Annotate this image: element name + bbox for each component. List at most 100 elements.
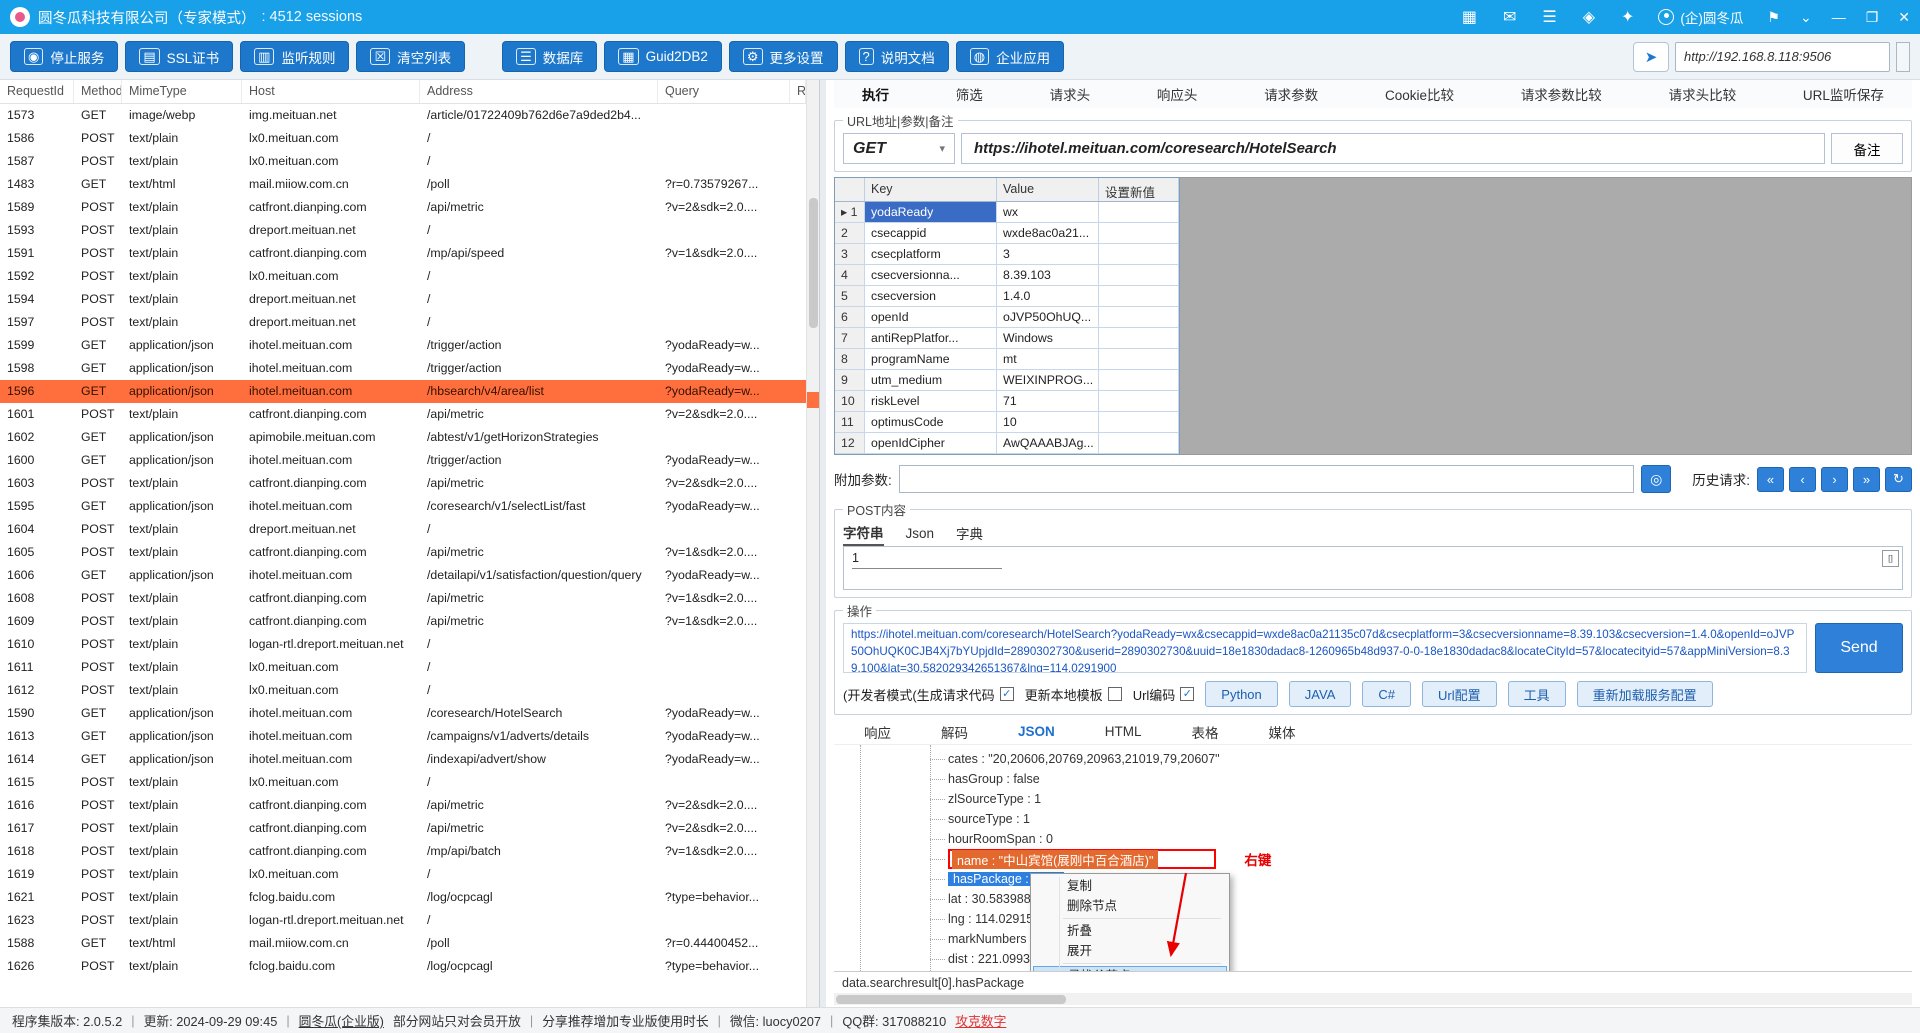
checkbox-box[interactable]: ✓ — [999, 687, 1014, 701]
tree-node[interactable]: lat : 30.583988 — [834, 889, 1912, 909]
response-tab-HTML[interactable]: HTML — [1105, 724, 1142, 739]
tree-node[interactable]: zlSourceType : 1 — [834, 789, 1912, 809]
table-row[interactable]: 1617 POST text/plain catfront.dianping.com /… — [0, 817, 806, 840]
guid2db2-button[interactable]: ▦ Guid2DB2 — [604, 41, 722, 72]
response-tab-表格[interactable]: 表格 — [1192, 722, 1219, 742]
param-key[interactable]: programName — [865, 349, 997, 370]
table-row[interactable]: 1586 POST text/plain lx0.meituan.com / — [0, 127, 806, 150]
param-value[interactable]: mt — [997, 349, 1099, 370]
table-row[interactable]: 1588 GET text/html mail.miiow.com.cn/poll ?r… — [0, 932, 806, 955]
params-row[interactable]: 2 csecappid wxde8ac0a21... — [835, 223, 1179, 244]
param-key[interactable]: openId — [865, 307, 997, 328]
column-header-remark[interactable]: Rema — [790, 80, 806, 103]
param-value[interactable]: AwQAAABJAg... — [997, 433, 1099, 454]
column-header-method[interactable]: Method — [74, 80, 122, 103]
column-header-host[interactable]: Host — [242, 80, 420, 103]
minimize-icon[interactable]: — — [1832, 9, 1846, 25]
post-tab-字符串[interactable]: 字符串 — [843, 522, 884, 546]
param-value[interactable]: 71 — [997, 391, 1099, 412]
tree-node[interactable]: sourceType : 1 — [834, 809, 1912, 829]
send-button[interactable]: Send — [1815, 623, 1903, 673]
button-Python[interactable]: Python — [1205, 681, 1278, 707]
table-row[interactable]: 1619 POST text/plain lx0.meituan.com / — [0, 863, 806, 886]
maximize-icon[interactable]: ❐ — [1866, 9, 1879, 26]
column-header-requestid[interactable]: RequestId — [0, 80, 74, 103]
table-row[interactable]: 1591 POST text/plain catfront.dianping.com /… — [0, 242, 806, 265]
database-icon[interactable]: ☰ — [1542, 7, 1556, 27]
params-row[interactable]: 10 riskLevel 71 — [835, 391, 1179, 412]
hscrollbar-thumb[interactable] — [836, 994, 1066, 1004]
post-tab-Json[interactable]: Json — [906, 526, 935, 543]
table-row[interactable]: 1587 POST text/plain lx0.meituan.com / — [0, 150, 806, 173]
param-new-value[interactable] — [1099, 286, 1179, 307]
table-row[interactable]: 1593 POST text/plain dreport.meituan.net / — [0, 219, 806, 242]
params-row[interactable]: 8 programName mt — [835, 349, 1179, 370]
params-row[interactable]: 11 optimusCode 10 — [835, 412, 1179, 433]
proxy-url-input[interactable] — [1675, 41, 1890, 72]
menu-item-复制[interactable]: 复制 — [1033, 876, 1227, 896]
param-value[interactable]: 3 — [997, 244, 1099, 265]
param-key[interactable]: yodaReady — [865, 202, 997, 223]
table-row[interactable]: 1483 GET text/html mail.miiow.com.cn/poll ?r… — [0, 173, 806, 196]
params-row[interactable]: 12 openIdCipher AwQAAABJAg... — [835, 433, 1179, 454]
tab-请求头[interactable]: 请求头 — [1050, 84, 1091, 104]
param-key[interactable]: csecversionna... — [865, 265, 997, 286]
user-chip[interactable]: (企)圆冬瓜 — [1658, 7, 1743, 27]
tree-node[interactable]: hasGroup : false — [834, 769, 1912, 789]
param-key[interactable]: csecversion — [865, 286, 997, 307]
table-row[interactable]: 1613 GET application/json ihotel.meituan.co… — [0, 725, 806, 748]
share-button[interactable]: ➤ — [1633, 41, 1669, 72]
history-first-button[interactable]: « — [1757, 466, 1784, 492]
history-refresh-button[interactable]: ↻ — [1885, 466, 1912, 492]
table-row[interactable]: 1573 GET image/webp img.meituan.net/article… — [0, 104, 806, 127]
param-value[interactable]: 8.39.103 — [997, 265, 1099, 286]
note-button[interactable]: 备注 — [1831, 133, 1903, 164]
table-row[interactable]: 1600 GET application/json ihotel.meituan.co… — [0, 449, 806, 472]
cart-icon[interactable]: ✦ — [1621, 7, 1634, 27]
tab-Cookie比较[interactable]: Cookie比较 — [1385, 84, 1454, 104]
full-request-url[interactable]: https://ihotel.meituan.com/coresearch/Ho… — [843, 623, 1807, 673]
table-row[interactable]: 1603 POST text/plain catfront.dianping.com /… — [0, 472, 806, 495]
response-tab-媒体[interactable]: 媒体 — [1269, 722, 1296, 742]
button-工具[interactable]: 工具 — [1507, 681, 1566, 707]
table-row[interactable]: 1595 GET application/json ihotel.meituan.co… — [0, 495, 806, 518]
params-row[interactable]: 7 antiRepPlatfor... Windows — [835, 328, 1179, 349]
method-select[interactable]: GET ▾ — [843, 133, 955, 164]
table-row[interactable]: 1621 POST text/plain fclog.baidu.com/log/oc… — [0, 886, 806, 909]
param-key[interactable]: riskLevel — [865, 391, 997, 412]
tab-执行[interactable]: 执行 — [862, 84, 889, 104]
response-hscrollbar[interactable] — [834, 993, 1912, 1005]
param-key[interactable]: csecplatform — [865, 244, 997, 265]
extra-params-input[interactable] — [898, 465, 1635, 493]
params-row[interactable]: 5 csecversion 1.4.0 — [835, 286, 1179, 307]
menu-item-删除节点[interactable]: 删除节点 — [1033, 896, 1227, 916]
button-JAVA[interactable]: JAVA — [1288, 681, 1352, 707]
database-button[interactable]: ☰ 数据库 — [502, 41, 598, 72]
table-row[interactable]: 1626 POST text/plain fclog.baidu.com/log/oc… — [0, 955, 806, 978]
table-row[interactable]: 1598 GET application/json ihotel.meituan.co… — [0, 357, 806, 380]
column-header-mimetype[interactable]: MimeType — [122, 80, 242, 103]
params-row[interactable]: 6 openId oJVP50OhUQ... — [835, 307, 1179, 328]
more-settings-button[interactable]: ⚙ 更多设置 — [728, 41, 838, 72]
param-new-value[interactable] — [1099, 307, 1179, 328]
response-tab-解码[interactable]: 解码 — [941, 722, 968, 742]
param-new-value[interactable] — [1099, 223, 1179, 244]
status-segment[interactable]: 圆冬瓜(企业版) — [299, 1011, 384, 1030]
post-tab-字典[interactable]: 字典 — [956, 523, 983, 545]
pin-icon[interactable]: ⚑ — [1767, 9, 1780, 26]
table-row[interactable]: 1609 POST text/plain catfront.dianping.com /… — [0, 610, 806, 633]
table-row[interactable]: 1616 POST text/plain catfront.dianping.com /… — [0, 794, 806, 817]
params-row[interactable]: 9 utm_medium WEIXINPROG... — [835, 370, 1179, 391]
close-icon[interactable]: ✕ — [1898, 9, 1910, 26]
table-row[interactable]: 1623 POST text/plain logan-rtl.dreport.meit… — [0, 909, 806, 932]
menu-item-展开[interactable]: 展开 — [1033, 941, 1227, 961]
param-new-value[interactable] — [1099, 391, 1179, 412]
table-row[interactable]: 1611 POST text/plain lx0.meituan.com / — [0, 656, 806, 679]
param-new-value[interactable] — [1099, 412, 1179, 433]
tree-node[interactable]: cates : "20,20606,20769,20963,21019,79,2… — [834, 749, 1912, 769]
clear-list-button[interactable]: ☒ 清空列表 — [356, 41, 466, 72]
table-row[interactable]: 1597 POST text/plain dreport.meituan.net / — [0, 311, 806, 334]
history-last-button[interactable]: » — [1853, 466, 1880, 492]
post-content[interactable]: 1 [] — [843, 546, 1903, 590]
table-row[interactable]: 1596 GET application/json ihotel.meituan.co… — [0, 380, 806, 403]
